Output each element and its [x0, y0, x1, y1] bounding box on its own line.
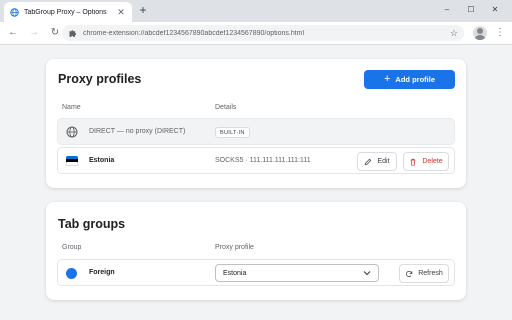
avatar[interactable] [473, 26, 487, 40]
groups-title: Tab groups [58, 217, 126, 231]
pencil-icon [364, 158, 372, 166]
trash-icon [409, 158, 417, 166]
tab-title: TabGroup Proxy – Options [24, 8, 107, 16]
estonia-flag-icon [66, 155, 78, 167]
column-header-name: Name [62, 104, 81, 111]
reload-icon[interactable]: ↻ [47, 25, 63, 41]
column-header-group: Group [62, 244, 82, 251]
proxy-profiles-card: Proxy profiles + Add profile Name Detail… [46, 59, 466, 188]
url-text: chrome-extension://abcdef1234567890abcde… [83, 29, 305, 37]
delete-label: Delete [422, 158, 443, 165]
tab-close-icon[interactable]: ✕ [116, 7, 126, 17]
browser-toolbar: ← → ↻ chrome-extension://abcdef123456789… [0, 22, 512, 44]
profiles-title: Proxy profiles [58, 72, 142, 86]
delete-profile-button[interactable]: Delete [403, 152, 449, 171]
profile-name: Estonia [89, 157, 115, 164]
selected-profile: Estonia [223, 269, 247, 277]
globe-icon [66, 126, 78, 138]
group-color-dot [66, 268, 77, 279]
minimize-icon[interactable]: – [437, 3, 457, 17]
address-bar[interactable]: chrome-extension://abcdef1234567890abcde… [62, 25, 464, 41]
profile-row-direct: DIRECT — no proxy (DIRECT) BUILT-IN [57, 118, 455, 145]
add-profile-label: Add profile [395, 75, 436, 84]
forward-icon[interactable]: → [26, 25, 42, 41]
built-in-badge: BUILT-IN [215, 127, 250, 138]
back-icon[interactable]: ← [5, 25, 21, 41]
group-row-foreign: Foreign Estonia Refresh [57, 259, 455, 286]
refresh-button[interactable]: Refresh [399, 264, 449, 283]
new-tab-button[interactable]: + [136, 4, 150, 18]
tab-strip: TabGroup Proxy – Options ✕ + – ☐ ✕ [0, 0, 512, 22]
chevron-down-icon [363, 270, 371, 276]
refresh-label: Refresh [418, 270, 443, 277]
column-header-proxy-profile: Proxy profile [215, 244, 254, 251]
plus-icon: + [383, 73, 391, 85]
globe-icon [10, 7, 19, 17]
maximize-icon[interactable]: ☐ [461, 3, 481, 17]
proxy-profile-select[interactable]: Estonia [215, 264, 379, 282]
profile-details: SOCKS5 · 111.111.111.111:111 [215, 157, 311, 164]
refresh-icon [405, 270, 413, 278]
group-name: Foreign [89, 269, 115, 276]
window-close-icon[interactable]: ✕ [485, 3, 505, 17]
star-icon[interactable]: ☆ [450, 28, 458, 39]
options-page: Proxy profiles + Add profile Name Detail… [0, 45, 512, 320]
edit-label: Edit [377, 158, 390, 165]
edit-profile-button[interactable]: Edit [357, 152, 397, 171]
menu-icon[interactable]: ⋮ [495, 26, 505, 40]
profile-row-estonia: Estonia SOCKS5 · 111.111.111.111:111 Edi… [57, 147, 455, 174]
add-profile-button[interactable]: + Add profile [364, 70, 455, 89]
tab-groups-card: Tab groups Group Proxy profile Foreign E… [46, 202, 466, 300]
column-header-details: Details [215, 104, 237, 111]
puzzle-icon [68, 29, 77, 38]
profile-name: DIRECT — no proxy (DIRECT) [89, 128, 186, 135]
browser-tab[interactable]: TabGroup Proxy – Options ✕ [4, 2, 132, 22]
